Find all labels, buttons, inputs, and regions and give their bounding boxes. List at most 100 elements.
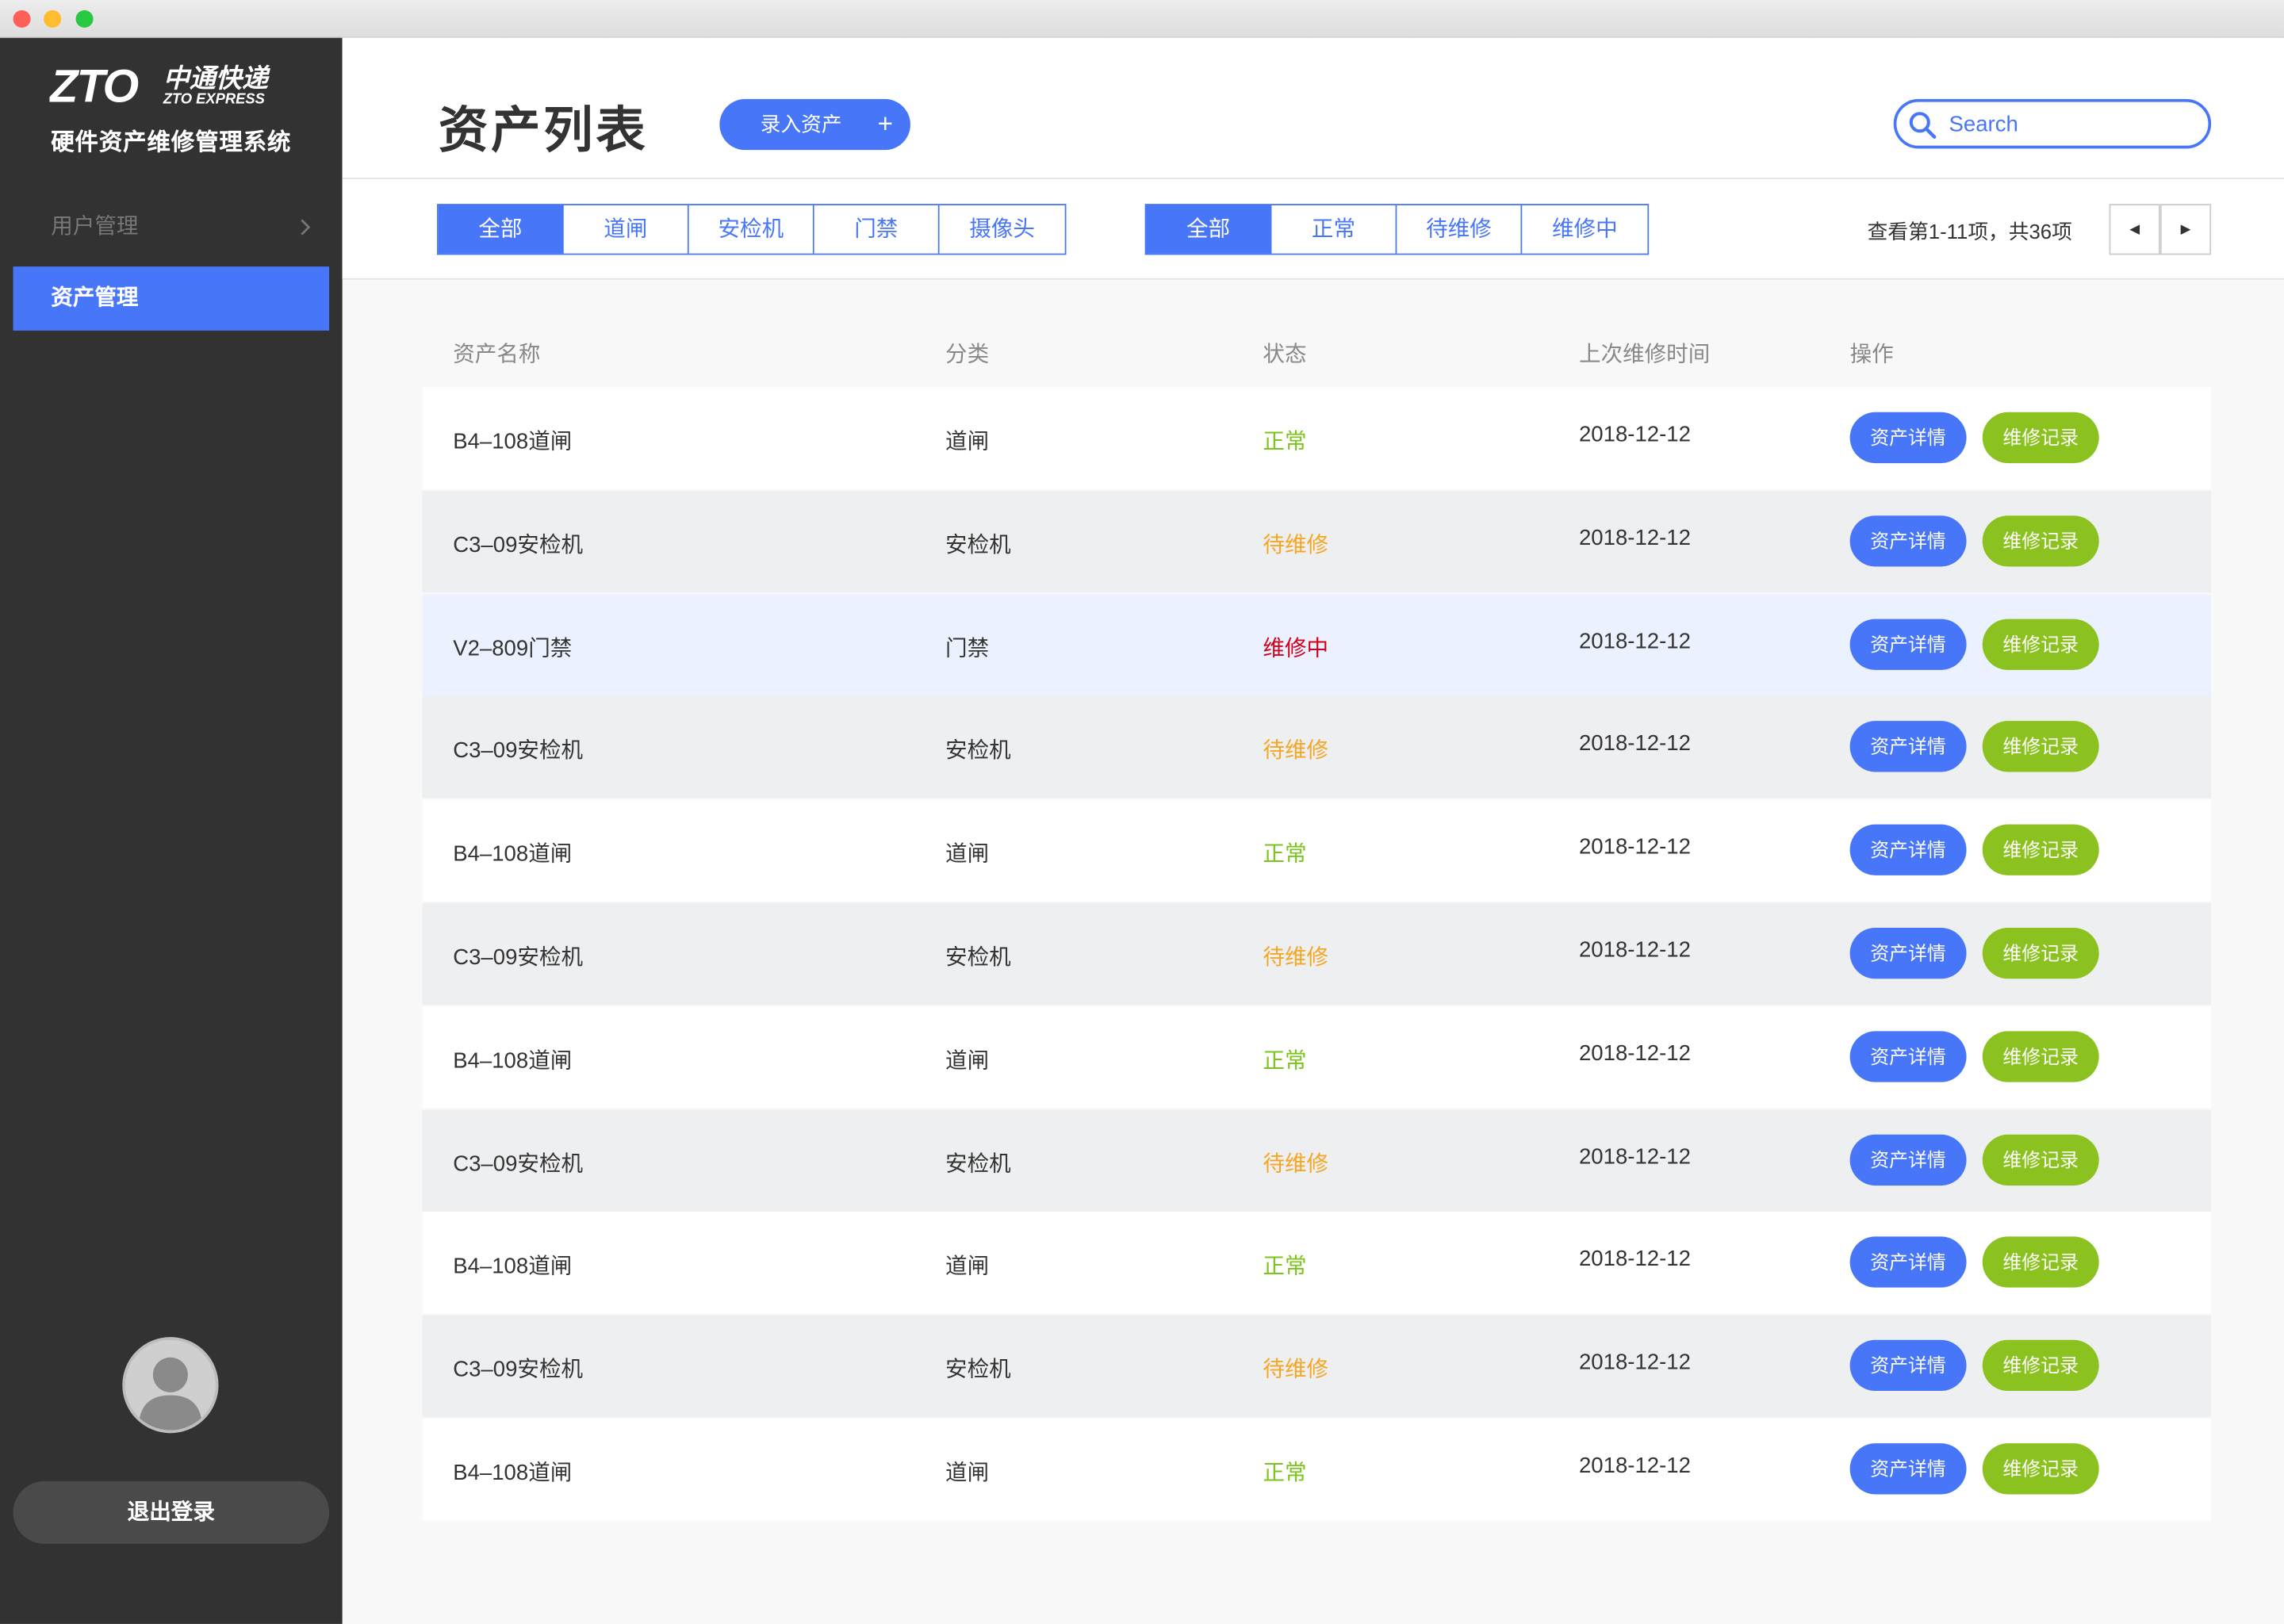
asset-detail-button[interactable]: 资产详情 [1849,1340,1967,1392]
table-row[interactable]: C3–09安检机 安检机 待维修 2018-12-12 资产详情 维修记录 [422,696,2212,799]
category-filter-tab[interactable]: 摄像头 [939,205,1065,254]
status-filter-tab[interactable]: 待维修 [1397,205,1523,254]
sidebar-item-label: 资产管理 [51,285,139,311]
pagination-info: 查看第1-11项，共36项 [1867,220,2072,243]
last-repair-date: 2018-12-12 [1578,1454,1691,1479]
asset-name: C3–09安检机 [453,945,584,971]
status-filter-tab[interactable]: 正常 [1271,205,1397,254]
status-text: 待维修 [1263,738,1329,764]
next-page-button[interactable]: ▶ [2159,204,2212,255]
asset-detail-button[interactable]: 资产详情 [1849,515,1967,567]
asset-category: 安检机 [945,738,1011,764]
asset-detail-button[interactable]: 资产详情 [1849,1237,1967,1289]
search-box[interactable] [1893,98,2212,149]
last-repair-date: 2018-12-12 [1578,1350,1691,1376]
search-input[interactable] [1949,107,2197,140]
asset-category: 安检机 [945,532,1011,558]
window-minimize-button[interactable] [44,10,62,28]
logout-button[interactable]: 退出登录 [13,1480,330,1544]
status-text: 正常 [1263,841,1307,868]
repair-record-button[interactable]: 维修记录 [1982,927,2099,979]
asset-name: V2–809门禁 [453,635,573,661]
caret-right-icon: ▶ [2180,221,2191,236]
svg-text:中通快递: 中通快递 [163,63,271,94]
asset-name: B4–108道闸 [453,1048,573,1074]
table-row[interactable]: B4–108道闸 道闸 正常 2018-12-12 资产详情 维修记录 [422,799,2212,902]
status-text: 正常 [1263,1254,1307,1280]
asset-name: B4–108道闸 [453,841,573,868]
repair-record-button[interactable]: 维修记录 [1982,1340,2099,1392]
asset-detail-button[interactable]: 资产详情 [1849,824,1967,876]
status-filter-tab[interactable]: 全部 [1146,205,1272,254]
asset-name: B4–108道闸 [453,1254,573,1280]
repair-record-button[interactable]: 维修记录 [1982,824,2099,876]
asset-category: 道闸 [945,429,990,455]
user-silhouette-icon [138,1357,203,1431]
window-zoom-button[interactable] [75,10,94,28]
repair-record-button[interactable]: 维修记录 [1982,1031,2099,1082]
column-header-last-repair: 上次维修时间 [1578,342,1711,367]
repair-record-button[interactable]: 维修记录 [1982,1237,2099,1289]
sidebar-item-users[interactable]: 用户管理 [13,195,330,259]
search-icon [1909,112,1937,139]
repair-record-button[interactable]: 维修记录 [1982,515,2099,567]
table-row[interactable]: C3–09安检机 安检机 待维修 2018-12-12 资产详情 维修记录 [422,902,2212,1005]
asset-name: C3–09安检机 [453,532,584,558]
asset-detail-button[interactable]: 资产详情 [1849,618,1967,670]
page-header: 资产列表 录入资产 + [342,37,2284,179]
table-header: 资产名称 分类 状态 上次维修时间 操作 [423,317,2211,387]
asset-category: 道闸 [945,841,990,868]
last-repair-date: 2018-12-12 [1578,422,1691,447]
status-text: 正常 [1263,429,1307,455]
asset-detail-button[interactable]: 资产详情 [1849,1443,1967,1495]
window-titlebar [0,0,2284,38]
status-text: 正常 [1263,1461,1307,1486]
last-repair-date: 2018-12-12 [1578,731,1691,756]
category-filter: 全部 道闸 安检机 门禁 摄像头 [437,204,1067,255]
asset-name: C3–09安检机 [453,1151,584,1177]
repair-record-button[interactable]: 维修记录 [1982,1134,2099,1185]
category-filter-tab[interactable]: 门禁 [814,205,940,254]
asset-category: 道闸 [945,1254,990,1280]
repair-record-button[interactable]: 维修记录 [1982,618,2099,670]
category-filter-tab[interactable]: 道闸 [563,205,689,254]
table-row[interactable]: C3–09安检机 安检机 待维修 2018-12-12 资产详情 维修记录 [422,1315,2212,1418]
avatar[interactable] [122,1337,219,1434]
repair-record-button[interactable]: 维修记录 [1982,721,2099,773]
status-text: 待维修 [1263,945,1329,971]
table-row[interactable]: C3–09安检机 安检机 待维修 2018-12-12 资产详情 维修记录 [422,1109,2212,1212]
asset-category: 安检机 [945,1151,1011,1177]
asset-category: 安检机 [945,945,1011,971]
table-row[interactable]: C3–09安检机 安检机 待维修 2018-12-12 资产详情 维修记录 [422,490,2212,593]
prev-page-button[interactable]: ◀ [2109,204,2160,255]
asset-detail-button[interactable]: 资产详情 [1849,927,1967,979]
table-row[interactable]: B4–108道闸 道闸 正常 2018-12-12 资产详情 维修记录 [422,387,2212,490]
asset-category: 道闸 [945,1461,990,1486]
main-content: 资产列表 录入资产 + 全部道闸安检机门禁摄像头 全部正常待维修维修中 查看第1… [342,37,2284,1624]
add-asset-button[interactable]: 录入资产 + [719,98,910,151]
asset-detail-button[interactable]: 资产详情 [1849,721,1967,773]
repair-record-button[interactable]: 维修记录 [1982,1443,2099,1495]
asset-detail-button[interactable]: 资产详情 [1849,412,1967,464]
app-title: 硬件资产维修管理系统 [51,131,292,156]
window-close-button[interactable] [13,10,31,28]
repair-record-button[interactable]: 维修记录 [1982,412,2099,464]
status-filter-tab[interactable]: 维修中 [1522,205,1648,254]
table-row[interactable]: B4–108道闸 道闸 正常 2018-12-12 资产详情 维修记录 [422,1418,2212,1521]
status-text: 待维修 [1263,532,1329,558]
asset-category: 安检机 [945,1358,1011,1383]
table-row[interactable]: B4–108道闸 道闸 正常 2018-12-12 资产详情 维修记录 [422,1005,2212,1109]
category-filter-tab[interactable]: 安检机 [688,205,814,254]
status-text: 待维修 [1263,1151,1329,1177]
status-text: 正常 [1263,1048,1307,1074]
category-filter-tab[interactable]: 全部 [438,205,564,254]
sidebar-item-assets[interactable]: 资产管理 [13,266,330,331]
sidebar-item-label: 用户管理 [51,213,139,239]
table-row[interactable]: V2–809门禁 门禁 维修中 2018-12-12 资产详情 维修记录 [422,593,2212,696]
asset-name: C3–09安检机 [453,738,584,764]
asset-detail-button[interactable]: 资产详情 [1849,1134,1967,1185]
asset-detail-button[interactable]: 资产详情 [1849,1031,1967,1082]
add-asset-label: 录入资产 [760,112,842,136]
table-row[interactable]: B4–108道闸 道闸 正常 2018-12-12 资产详情 维修记录 [422,1212,2212,1315]
asset-name: B4–108道闸 [453,1461,573,1486]
